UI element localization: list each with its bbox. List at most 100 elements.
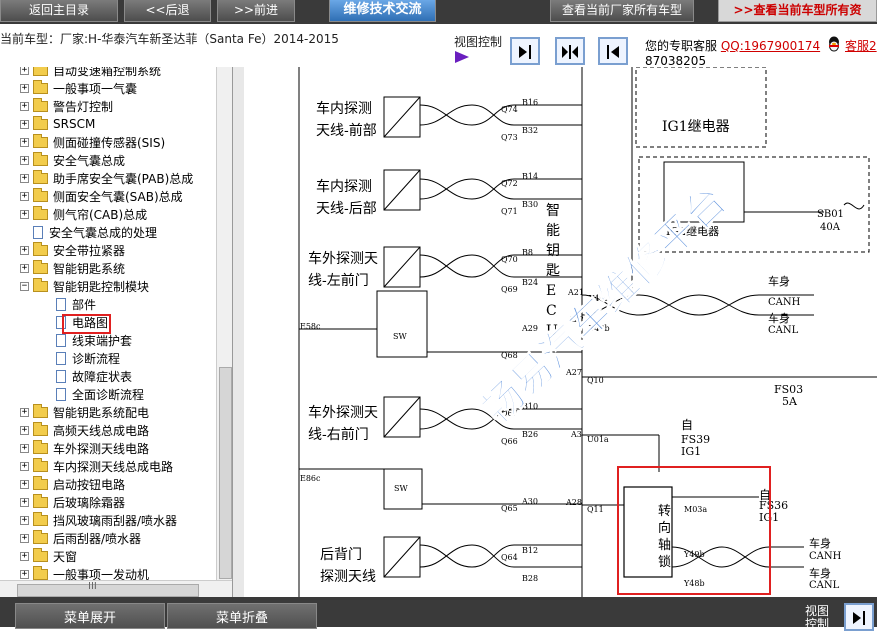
- tree-item[interactable]: 全面诊断流程: [56, 385, 144, 403]
- can-label: CANL: [768, 325, 799, 336]
- tree-item-label: SRSCM: [53, 117, 96, 131]
- pin-label: A28: [565, 498, 582, 507]
- expand-icon[interactable]: +: [20, 245, 29, 255]
- tree-item[interactable]: + 警告灯控制: [20, 97, 113, 115]
- tree-item[interactable]: 部件: [56, 295, 96, 313]
- expand-icon[interactable]: +: [20, 263, 29, 273]
- wire-label: U01a: [587, 435, 609, 444]
- menu-expand-button[interactable]: 菜单展开: [15, 603, 165, 629]
- pin-label: B8: [522, 248, 533, 257]
- expand-icon[interactable]: +: [20, 137, 29, 147]
- tree-item[interactable]: + 侧面碰撞传感器(SIS): [20, 133, 165, 151]
- lock-label: 向: [658, 520, 671, 536]
- folder-icon: [33, 493, 48, 508]
- tree-item[interactable]: + 车内探测天线总成电路: [20, 457, 173, 475]
- can-label: CANH: [809, 551, 842, 562]
- wire-label: Q71: [501, 207, 518, 216]
- tree-item[interactable]: + 启动按钮电路: [20, 475, 125, 493]
- tree-item[interactable]: + 高频天线总成电路: [20, 421, 149, 439]
- folder-icon: [33, 529, 48, 544]
- view-arrow-icon: [455, 51, 469, 63]
- service-2-link[interactable]: 客服2: [845, 37, 877, 54]
- expand-right-button[interactable]: [510, 37, 540, 65]
- ecu-label: 钥: [546, 243, 560, 259]
- tree-item[interactable]: + SRSCM: [20, 115, 95, 133]
- tree-item[interactable]: + 侧面安全气囊(SAB)总成: [20, 187, 183, 205]
- tree-item-label: 后雨刮器/喷水器: [53, 531, 142, 546]
- tree-vertical-scrollbar[interactable]: [216, 67, 233, 597]
- scrollbar-thumb[interactable]: III: [17, 581, 199, 597]
- tech-exchange-button[interactable]: 维修技术交流: [329, 0, 436, 22]
- collapse-icon[interactable]: −: [20, 281, 29, 291]
- tree-item[interactable]: + 自动变速箱控制系统: [20, 67, 161, 79]
- arrow-right-bar-icon: [519, 45, 531, 59]
- menu-collapse-button[interactable]: 菜单折叠: [167, 603, 317, 629]
- tree-item[interactable]: + 一般事项一气囊: [20, 79, 137, 97]
- tree-item[interactable]: 诊断流程: [56, 349, 120, 367]
- scrollbar-thumb[interactable]: [219, 367, 232, 579]
- tree-item[interactable]: + 天窗: [20, 547, 77, 565]
- expand-icon[interactable]: +: [20, 479, 29, 489]
- tree-item[interactable]: + 助手席安全气囊(PAB)总成: [20, 169, 193, 187]
- scroll-grip: III: [88, 581, 97, 592]
- tree-item-label: 侧气帘(CAB)总成: [53, 207, 148, 222]
- service-qq-link[interactable]: QQ:1967900174: [721, 39, 820, 53]
- split-view-button[interactable]: [555, 37, 585, 65]
- expand-icon[interactable]: +: [20, 497, 29, 507]
- lock-highlight-box: [617, 466, 771, 595]
- tree-item[interactable]: + 安全带拉紧器: [20, 241, 125, 259]
- ecu-label: 能: [546, 223, 560, 239]
- back-button[interactable]: <<后退: [124, 0, 211, 22]
- folder-icon: [33, 547, 48, 562]
- tree-item[interactable]: 故障症状表: [56, 367, 132, 385]
- expand-icon[interactable]: +: [20, 569, 29, 579]
- document-icon: [56, 369, 66, 383]
- tree-item[interactable]: + 后玻璃除霜器: [20, 493, 125, 511]
- expand-icon[interactable]: +: [20, 191, 29, 201]
- expand-icon[interactable]: +: [20, 101, 29, 111]
- tree-item[interactable]: + 后雨刮器/喷水器: [20, 529, 141, 547]
- tree-item[interactable]: 安全气囊总成的处理: [33, 223, 157, 241]
- tree-item[interactable]: − 智能钥匙控制模块: [20, 277, 149, 295]
- watermark-text: 畅易汽车维修平台: [474, 178, 736, 433]
- pin-label: B14: [522, 172, 538, 181]
- expand-icon[interactable]: +: [20, 173, 29, 183]
- tree-item[interactable]: + 侧气帘(CAB)总成: [20, 205, 147, 223]
- expand-icon[interactable]: +: [20, 155, 29, 165]
- expand-icon[interactable]: +: [20, 533, 29, 543]
- expand-icon[interactable]: +: [20, 551, 29, 561]
- expand-icon[interactable]: +: [20, 425, 29, 435]
- forward-button[interactable]: >>前进: [217, 0, 295, 22]
- document-icon: [56, 351, 66, 365]
- current-maker-models-button[interactable]: 查看当前厂家所有车型: [550, 0, 694, 22]
- home-button[interactable]: 返回主目录: [0, 0, 118, 22]
- expand-icon[interactable]: +: [20, 119, 29, 129]
- folder-icon: [33, 421, 48, 436]
- tree-item[interactable]: + 车外探测天线电路: [20, 439, 149, 457]
- tree-item[interactable]: + 智能钥匙系统配电: [20, 403, 149, 421]
- tree-item-label: 一般事项一气囊: [53, 81, 138, 96]
- tree-item[interactable]: + 智能钥匙系统: [20, 259, 125, 277]
- tree-horizontal-scrollbar[interactable]: III: [0, 580, 232, 598]
- all-resources-button[interactable]: >>查看当前车型所有资: [718, 0, 877, 22]
- expand-icon[interactable]: +: [20, 83, 29, 93]
- qq-penguin-icon[interactable]: [827, 36, 841, 52]
- can-label: 车身: [768, 311, 790, 325]
- expand-icon[interactable]: +: [20, 407, 29, 417]
- fuse-label: 5A: [782, 395, 798, 408]
- circuit-diagram: 车内探测天线-前部车内探测天线-后部车外探测天线-左前门车外探测天线-右前门后背…: [298, 67, 877, 597]
- tree-item[interactable]: + 安全气囊总成: [20, 151, 125, 169]
- expand-left-button[interactable]: [598, 37, 628, 65]
- tree-item-label: 高频天线总成电路: [53, 423, 150, 438]
- expand-icon[interactable]: +: [20, 515, 29, 525]
- lock-label: 转: [658, 504, 671, 519]
- tree-item-label: 安全气囊总成: [53, 153, 126, 168]
- expand-icon[interactable]: +: [20, 461, 29, 471]
- circuit-diagram-panel[interactable]: 车内探测 天线-前部 车内探测 天线-后部 车外探测天 线-左前门 车外探测天 线-右前门 后背…: [244, 67, 877, 597]
- expand-icon[interactable]: +: [20, 209, 29, 219]
- expand-icon[interactable]: +: [20, 443, 29, 453]
- tree-item[interactable]: + 挡风玻璃雨刮器/喷水器: [20, 511, 177, 529]
- tree-item-label: 部件: [72, 297, 97, 312]
- expand-icon[interactable]: +: [20, 67, 29, 75]
- tree-item-label: 天窗: [53, 549, 78, 564]
